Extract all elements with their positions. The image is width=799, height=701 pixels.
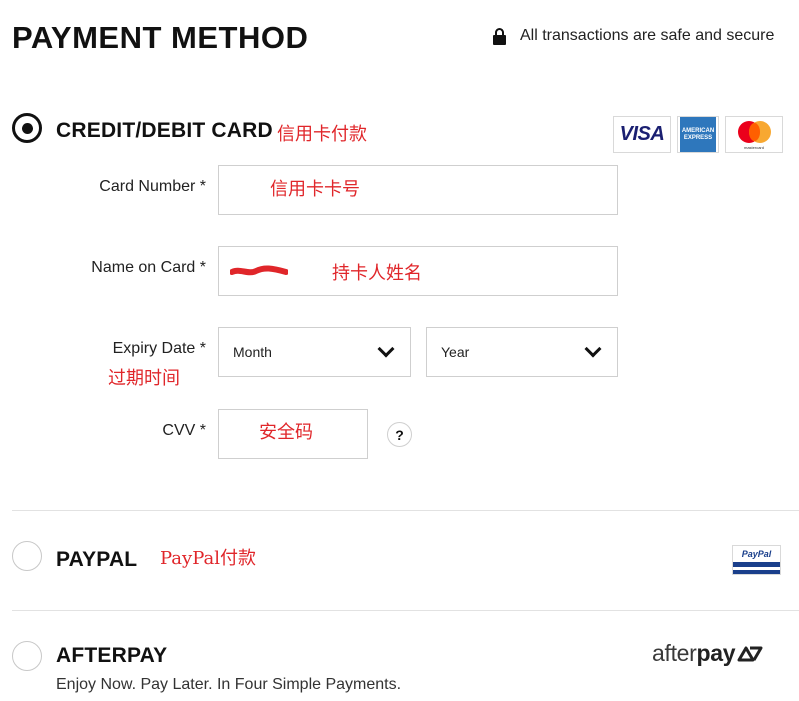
cvv-help-icon[interactable]: ? — [387, 422, 412, 447]
amex-logo: AMERICAN EXPRESS — [677, 116, 719, 153]
expiry-year-value: Year — [441, 344, 470, 360]
expiry-month-select[interactable]: Month — [218, 327, 411, 377]
divider — [12, 510, 799, 511]
paypal-label[interactable]: PAYPAL — [56, 548, 137, 572]
expiry-month-value: Month — [233, 344, 272, 360]
cvv-annotation: 安全码 — [259, 422, 313, 443]
card-logos: VISA AMERICAN EXPRESS mastercard — [613, 116, 783, 153]
expiry-date-label: Expiry Date * — [112, 340, 206, 357]
paypal-logo: PayPal — [732, 545, 781, 575]
redaction-mark — [230, 265, 288, 276]
credit-card-radio[interactable] — [12, 113, 42, 143]
name-on-card-label: Name on Card * — [91, 259, 206, 276]
afterpay-mark-icon — [737, 646, 763, 661]
credit-card-annotation: 信用卡付款 — [277, 124, 367, 145]
cvv-label: CVV * — [162, 422, 206, 439]
card-number-annotation: 信用卡卡号 — [270, 179, 360, 200]
lock-icon — [493, 27, 506, 45]
expiry-year-select[interactable]: Year — [426, 327, 618, 377]
visa-logo: VISA — [613, 116, 671, 153]
chevron-down-icon — [584, 340, 602, 358]
afterpay-description: Enjoy Now. Pay Later. In Four Simple Pay… — [56, 676, 402, 693]
afterpay-logo: after pay — [652, 640, 763, 667]
secure-text: All transactions are safe and secure — [520, 27, 775, 44]
secure-notice: All transactions are safe and secure — [493, 27, 774, 45]
paypal-radio[interactable] — [12, 541, 42, 571]
mastercard-logo: mastercard — [725, 116, 783, 153]
expiry-annotation: 过期时间 — [108, 368, 180, 389]
afterpay-radio[interactable] — [12, 641, 42, 671]
name-on-card-annotation: 持卡人姓名 — [332, 263, 422, 284]
chevron-down-icon — [377, 340, 395, 358]
card-number-label: Card Number * — [99, 178, 206, 195]
credit-card-label[interactable]: CREDIT/DEBIT CARD — [56, 119, 273, 143]
paypal-annotation: PayPal付款 — [160, 548, 256, 569]
afterpay-label[interactable]: AFTERPAY — [56, 644, 167, 668]
page-title: PAYMENT METHOD — [12, 20, 309, 55]
divider — [12, 610, 799, 611]
